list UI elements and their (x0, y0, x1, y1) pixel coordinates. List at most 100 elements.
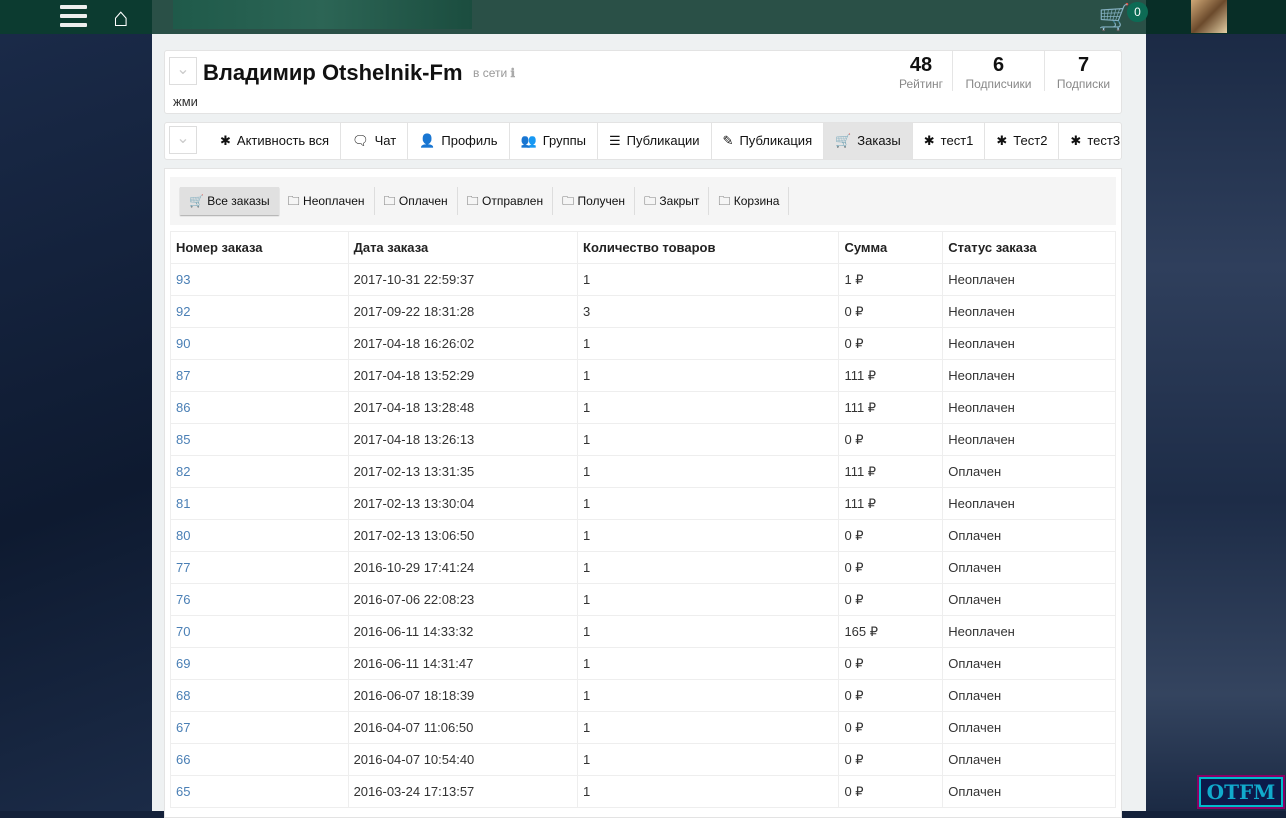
order-link[interactable]: 80 (176, 528, 190, 543)
order-link[interactable]: 65 (176, 784, 190, 799)
folder-icon: 🗀 (383, 194, 396, 208)
cell: 1 (577, 583, 840, 616)
order-link[interactable]: 85 (176, 432, 190, 447)
cell: 70 (170, 615, 349, 648)
tab-label: Группы (542, 133, 587, 148)
cell: Оплачен (942, 743, 1116, 776)
cell: 1 (577, 327, 840, 360)
cell: 0 ₽ (838, 423, 944, 456)
cell: 0 ₽ (838, 775, 944, 808)
tab-label: тест1 (940, 133, 974, 148)
filter-2[interactable]: 🗀 Оплачен (375, 187, 458, 215)
chat-icon: 🗨 (352, 133, 369, 148)
table-row: 67 2016-04-07 11:06:50 1 0 ₽ Оплачен (170, 711, 1116, 744)
cell: Оплачен (942, 519, 1116, 552)
order-link[interactable]: 76 (176, 592, 190, 607)
order-link[interactable]: 90 (176, 336, 190, 351)
pencil-icon: ✎ (722, 133, 734, 148)
table-row: 82 2017-02-13 13:31:35 1 111 ₽ Оплачен (170, 455, 1116, 488)
cell: 1 (577, 487, 840, 520)
cell: Неоплачен (942, 615, 1116, 648)
cell: 2017-02-13 13:30:04 (347, 487, 579, 520)
stat-rating[interactable]: 48 Рейтинг (889, 51, 953, 91)
cell: 0 ₽ (838, 679, 944, 712)
cell: Оплачен (942, 647, 1116, 680)
order-link[interactable]: 92 (176, 304, 190, 319)
home-icon[interactable]: ⌂ (113, 2, 129, 33)
stat-following[interactable]: 7 Подписки (1044, 51, 1122, 91)
cell: 85 (170, 423, 349, 456)
order-link[interactable]: 68 (176, 688, 190, 703)
cell: 82 (170, 455, 349, 488)
table-row: 68 2016-06-07 18:18:39 1 0 ₽ Оплачен (170, 679, 1116, 712)
table-row: 90 2017-04-18 16:26:02 1 0 ₽ Неоплачен (170, 327, 1116, 360)
filter-5[interactable]: 🗀 Закрыт (635, 187, 710, 215)
chevron-down-icon[interactable]: ⌄ (169, 126, 197, 154)
cell: 1 (577, 423, 840, 456)
filter-6[interactable]: 🗀 Корзина (709, 187, 790, 215)
order-link[interactable]: 86 (176, 400, 190, 415)
cell: 111 ₽ (838, 455, 944, 488)
order-link[interactable]: 81 (176, 496, 190, 511)
main-content: ⌄ Владимир Otshelnik-Fm в сети ℹ жми 48 Р… (152, 34, 1146, 818)
orders-panel: 🛒 Все заказы 🗀 Неоплачен 🗀 Оплачен 🗀 Отправ… (164, 168, 1122, 818)
status-text: жми (173, 94, 198, 109)
menu-icon[interactable] (60, 5, 87, 27)
table-row: 93 2017-10-31 22:59:37 1 1 ₽ Неоплачен (170, 263, 1116, 296)
cell: 0 ₽ (838, 711, 944, 744)
filter-4[interactable]: 🗀 Получен (553, 187, 636, 215)
order-link[interactable]: 77 (176, 560, 190, 575)
cell: 2016-04-07 10:54:40 (347, 743, 579, 776)
tab-3[interactable]: 👥 Группы (510, 123, 599, 159)
tab-1[interactable]: 🗨 Чат (341, 123, 409, 159)
cell: 67 (170, 711, 349, 744)
filter-1[interactable]: 🗀 Неоплачен (279, 187, 375, 215)
order-link[interactable]: 93 (176, 272, 190, 287)
tab-label: Активность вся (236, 133, 330, 148)
cell: 2016-06-11 14:33:32 (347, 615, 579, 648)
tab-2[interactable]: 👤 Профиль (408, 123, 510, 159)
filter-0[interactable]: 🛒 Все заказы (180, 187, 279, 215)
cell: 0 ₽ (838, 295, 944, 328)
cell: 1 (577, 519, 840, 552)
cell: 93 (170, 263, 349, 296)
stat-followers[interactable]: 6 Подписчики (952, 51, 1044, 91)
cell: 2017-04-18 13:26:13 (347, 423, 579, 456)
cell: 0 ₽ (838, 583, 944, 616)
order-link[interactable]: 67 (176, 720, 190, 735)
cell: 76 (170, 583, 349, 616)
tab-8[interactable]: ✱ Тест2 (985, 123, 1060, 159)
filter-3[interactable]: 🗀 Отправлен (458, 187, 554, 215)
tab-7[interactable]: ✱ тест1 (913, 123, 986, 159)
order-link[interactable]: 69 (176, 656, 190, 671)
tab-4[interactable]: ☰ Публикации (598, 123, 712, 159)
avatar[interactable] (1191, 0, 1227, 33)
top-bar: ⌂ 🛒 0 (0, 0, 1286, 34)
cell: 1 (577, 711, 840, 744)
tab-label: Публикации (626, 133, 700, 148)
tab-5[interactable]: ✎ Публикация (712, 123, 825, 159)
cell: 1 (577, 263, 840, 296)
chevron-down-icon[interactable]: ⌄ (169, 57, 197, 85)
order-link[interactable]: 66 (176, 752, 190, 767)
tab-9[interactable]: ✱ тест3 (1059, 123, 1121, 159)
table-row: 92 2017-09-22 18:31:28 3 0 ₽ Неоплачен (170, 295, 1116, 328)
gear-icon: ✱ (1070, 133, 1082, 148)
cell: 2016-03-24 17:13:57 (347, 775, 579, 808)
cell: 1 (577, 455, 840, 488)
cell: Неоплачен (942, 263, 1116, 296)
cart-icon[interactable]: 🛒 (1098, 2, 1130, 33)
column-header: Номер заказа (170, 231, 349, 264)
tab-6[interactable]: 🛒 Заказы (824, 123, 913, 159)
cell: 1 (577, 359, 840, 392)
cell: 1 (577, 679, 840, 712)
table-row: 70 2016-06-11 14:33:32 1 165 ₽ Неоплачен (170, 615, 1116, 648)
order-link[interactable]: 70 (176, 624, 190, 639)
cell: 86 (170, 391, 349, 424)
order-link[interactable]: 87 (176, 368, 190, 383)
banner-image (173, 0, 472, 29)
tab-0[interactable]: ✱ Активность вся (209, 123, 342, 159)
cell: 2017-02-13 13:31:35 (347, 455, 579, 488)
cell: 2016-06-11 14:31:47 (347, 647, 579, 680)
order-link[interactable]: 82 (176, 464, 190, 479)
